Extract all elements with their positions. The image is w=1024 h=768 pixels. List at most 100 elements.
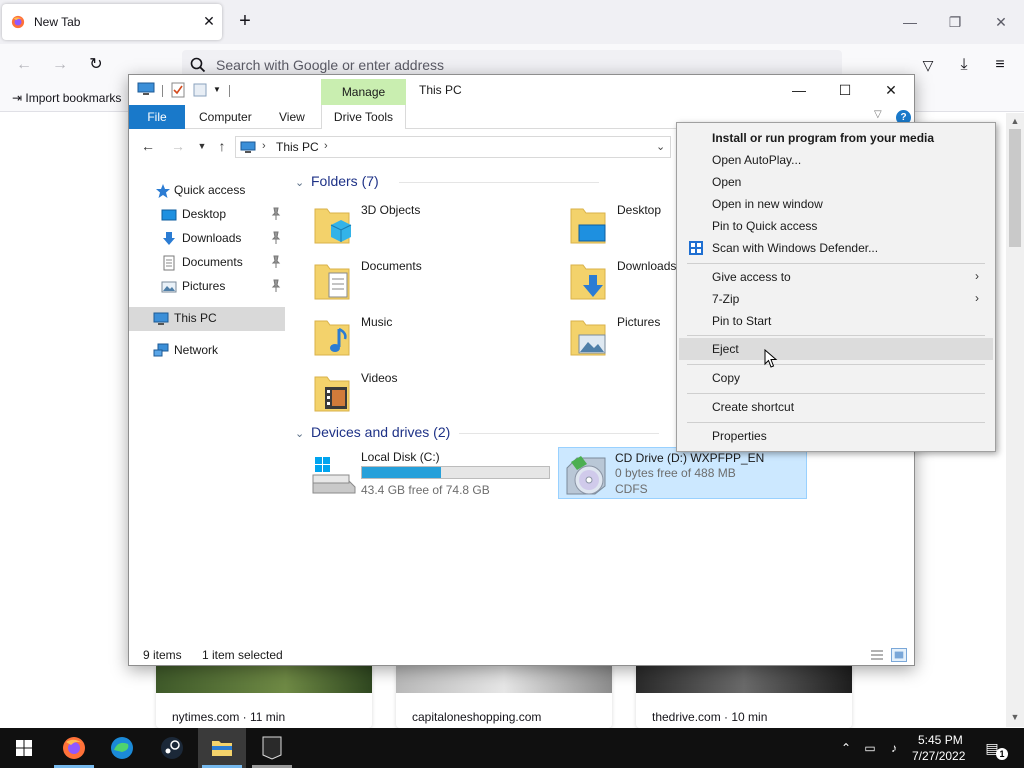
page-scrollbar[interactable]: ▲ ▼ bbox=[1006, 113, 1024, 727]
windows-defender-shield-icon bbox=[689, 241, 703, 255]
collapse-chevron-icon[interactable]: ⌄ bbox=[295, 427, 304, 440]
maximize-icon[interactable]: ☐ bbox=[823, 78, 867, 102]
nav-quick-access[interactable]: Quick access bbox=[129, 179, 285, 203]
computer-tab[interactable]: Computer bbox=[199, 105, 252, 129]
volume-icon[interactable]: ♪ bbox=[886, 740, 902, 756]
browser-minimize-icon[interactable]: — bbox=[896, 8, 924, 36]
start-button[interactable] bbox=[0, 728, 48, 768]
minimize-icon[interactable]: — bbox=[777, 78, 821, 102]
browser-close-icon[interactable]: ✕ bbox=[987, 8, 1015, 36]
menu-item-install-or-run[interactable]: Install or run program from your media bbox=[679, 127, 993, 149]
recent-locations-icon[interactable]: ▼ bbox=[193, 137, 211, 155]
back-icon[interactable]: ← bbox=[139, 137, 157, 155]
nav-network[interactable]: Network bbox=[129, 339, 285, 363]
address-dropdown-icon[interactable]: ⌄ bbox=[656, 140, 665, 153]
menu-item-open[interactable]: Open bbox=[679, 171, 993, 193]
menu-item-give-access[interactable]: Give access to › bbox=[679, 266, 993, 288]
expand-ribbon-icon[interactable]: ▽ bbox=[874, 109, 882, 120]
address-bar[interactable]: › This PC › ⌄ bbox=[235, 136, 671, 158]
network-tray-icon[interactable]: ▭ bbox=[862, 740, 878, 756]
menu-item-open-autoplay[interactable]: Open AutoPlay... bbox=[679, 149, 993, 171]
close-icon[interactable]: ✕ bbox=[869, 78, 913, 102]
menu-item-7zip[interactable]: 7-Zip › bbox=[679, 288, 993, 310]
taskbar-edge[interactable] bbox=[98, 728, 146, 768]
nav-pictures[interactable]: Pictures bbox=[129, 275, 285, 299]
pin-icon[interactable] bbox=[271, 207, 281, 221]
devices-group-label: Devices and drives (2) bbox=[311, 424, 451, 440]
scroll-up-icon[interactable]: ▲ bbox=[1009, 115, 1021, 127]
nav-documents[interactable]: Documents bbox=[129, 251, 285, 275]
menu-separator bbox=[687, 364, 985, 365]
breadcrumb-this-pc[interactable]: This PC bbox=[276, 140, 319, 154]
breadcrumb-chevron-icon[interactable]: › bbox=[324, 140, 328, 152]
pocket-icon[interactable]: ▽ bbox=[916, 53, 940, 77]
new-folder-icon[interactable] bbox=[193, 83, 207, 97]
menu-item-pin-start[interactable]: Pin to Start bbox=[679, 310, 993, 332]
menu-item-create-shortcut[interactable]: Create shortcut bbox=[679, 396, 993, 418]
forward-arrow-icon[interactable]: → bbox=[48, 53, 72, 77]
up-arrow-icon[interactable]: ↑ bbox=[213, 137, 231, 155]
browser-restore-icon[interactable]: ❐ bbox=[941, 8, 969, 36]
menu-item-open-new-window[interactable]: Open in new window bbox=[679, 193, 993, 215]
nav-desktop[interactable]: Desktop bbox=[129, 203, 285, 227]
properties-icon[interactable] bbox=[171, 82, 185, 98]
folder-label: Documents bbox=[361, 259, 422, 273]
pin-icon[interactable] bbox=[271, 231, 281, 245]
clock-date[interactable]: 7/27/2022 bbox=[912, 749, 965, 763]
clock-time[interactable]: 5:45 PM bbox=[918, 733, 963, 747]
folder-documents[interactable]: Documents bbox=[289, 255, 529, 307]
close-tab-icon[interactable]: ✕ bbox=[200, 12, 218, 30]
scroll-thumb[interactable] bbox=[1009, 129, 1021, 247]
story-thumbnail bbox=[396, 666, 612, 693]
music-folder-icon bbox=[314, 320, 350, 356]
story-card[interactable]: capitaloneshopping.com bbox=[396, 666, 612, 728]
taskbar-epic-games[interactable] bbox=[248, 728, 296, 768]
manage-tab[interactable]: Manage bbox=[321, 79, 406, 105]
folder-label: Desktop bbox=[617, 203, 662, 217]
folder-music[interactable]: Music bbox=[289, 311, 529, 363]
menu-item-scan-defender[interactable]: Scan with Windows Defender... bbox=[679, 237, 993, 259]
pin-icon[interactable] bbox=[271, 255, 281, 269]
folder-3d-objects[interactable]: 3D Objects bbox=[289, 199, 529, 251]
back-arrow-icon[interactable]: ← bbox=[12, 53, 36, 77]
breadcrumb-chevron-icon[interactable]: › bbox=[262, 140, 266, 152]
reload-icon[interactable]: ↻ bbox=[84, 53, 108, 77]
explorer-title-bar[interactable]: ▼ Manage This PC — ☐ ✕ bbox=[129, 75, 914, 105]
new-tab-plus-icon[interactable]: + bbox=[234, 11, 256, 33]
drive-usage-bar bbox=[361, 466, 550, 479]
large-icons-view-icon[interactable] bbox=[891, 648, 907, 662]
story-card[interactable]: thedrive.com · 10 min bbox=[636, 666, 852, 728]
show-hidden-icons-icon[interactable]: ⌃ bbox=[838, 740, 854, 756]
pin-icon[interactable] bbox=[271, 279, 281, 293]
forward-icon[interactable]: → bbox=[169, 137, 187, 155]
taskbar-steam[interactable] bbox=[148, 728, 196, 768]
file-tab[interactable]: File bbox=[129, 105, 185, 129]
menu-item-eject[interactable]: Eject bbox=[679, 338, 993, 360]
details-view-icon[interactable] bbox=[869, 648, 885, 662]
nav-downloads[interactable]: Downloads bbox=[129, 227, 285, 251]
drive-tools-tab[interactable]: Drive Tools bbox=[321, 105, 406, 129]
menu-item-copy[interactable]: Copy bbox=[679, 367, 993, 389]
drive-local-disk-c[interactable]: Local Disk (C:) 43.4 GB free of 74.8 GB bbox=[305, 447, 555, 499]
browser-tab-new-tab[interactable]: New Tab ✕ bbox=[2, 4, 222, 40]
story-card[interactable]: nytimes.com · 11 min bbox=[156, 666, 372, 728]
import-bookmarks-link[interactable]: ⇥ Import bookmarks bbox=[12, 91, 121, 105]
taskbar-firefox[interactable] bbox=[50, 728, 98, 768]
drive-cd-drive-d[interactable]: CD Drive (D:) WXPFPP_EN 0 bytes free of … bbox=[558, 447, 807, 499]
folder-videos[interactable]: Videos bbox=[289, 367, 529, 419]
view-tab[interactable]: View bbox=[279, 105, 305, 129]
downloads-icon[interactable]: ⤓ bbox=[952, 53, 976, 77]
qat-dropdown-icon[interactable]: ▼ bbox=[213, 85, 221, 94]
item-count: 9 items bbox=[143, 648, 182, 662]
menu-icon[interactable]: ≡ bbox=[988, 53, 1012, 77]
taskbar: ⌃ ▭ ♪ 5:45 PM 7/27/2022 ▤ 1 bbox=[0, 728, 1024, 768]
taskbar-file-explorer[interactable] bbox=[198, 728, 246, 768]
submenu-arrow-icon: › bbox=[975, 291, 979, 305]
menu-item-label: Install or run program from your media bbox=[712, 131, 935, 145]
collapse-chevron-icon[interactable]: ⌄ bbox=[295, 176, 304, 189]
menu-item-properties[interactable]: Properties bbox=[679, 425, 993, 447]
scroll-down-icon[interactable]: ▼ bbox=[1009, 711, 1021, 723]
story-caption: capitaloneshopping.com bbox=[412, 710, 542, 724]
menu-item-pin-quick-access[interactable]: Pin to Quick access bbox=[679, 215, 993, 237]
nav-this-pc[interactable]: This PC bbox=[129, 307, 285, 331]
